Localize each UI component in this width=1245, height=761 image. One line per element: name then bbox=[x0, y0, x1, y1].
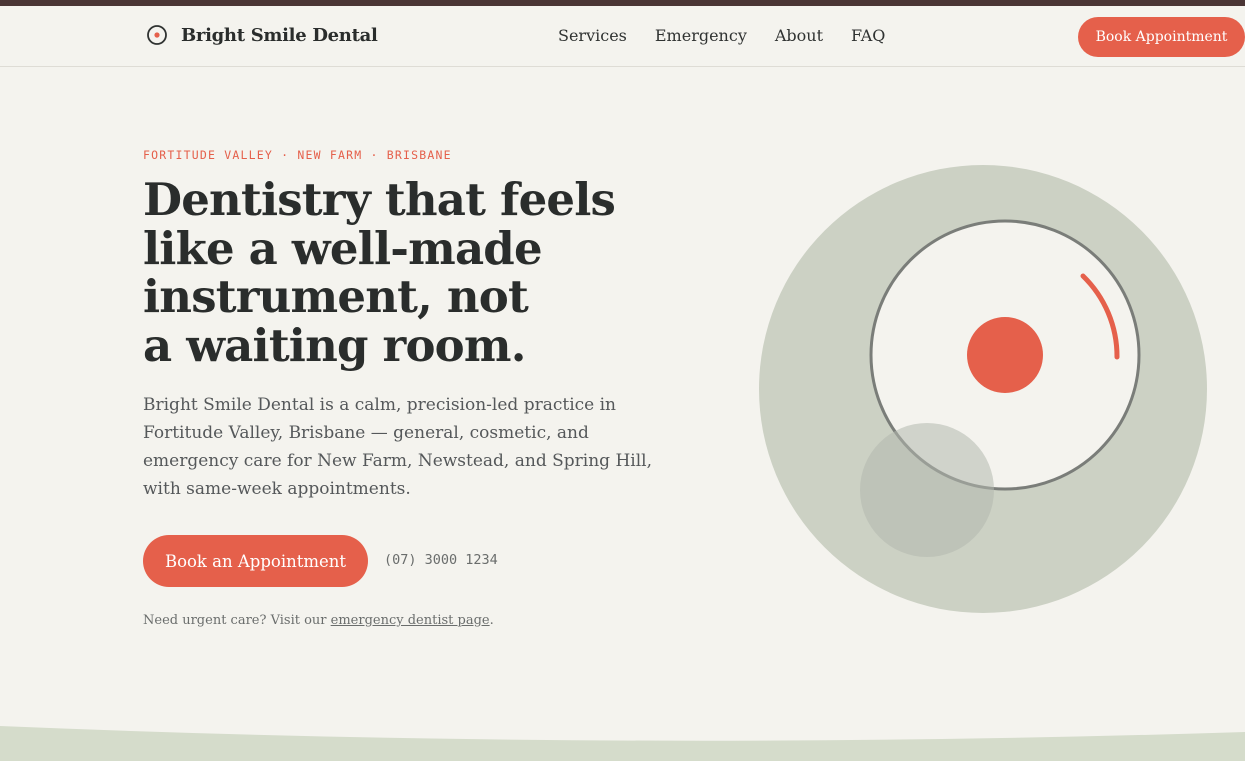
target-dot-icon bbox=[146, 24, 168, 46]
hero-illustration bbox=[750, 160, 1220, 620]
emergency-dentist-link[interactable]: emergency dentist page bbox=[331, 613, 490, 628]
hero-headline: Dentistry that feels like a well-made in… bbox=[143, 173, 703, 372]
lead-line: emergency care for New Farm, Newstead, a… bbox=[143, 451, 652, 471]
nav-item-services[interactable]: Services bbox=[558, 26, 627, 45]
overlap-grey-circle bbox=[860, 423, 994, 557]
headline-line: a waiting room. bbox=[143, 318, 526, 372]
lead-line: Bright Smile Dental is a calm, precision… bbox=[143, 395, 617, 415]
nav-item-emergency[interactable]: Emergency bbox=[655, 26, 747, 45]
book-appointment-button[interactable]: Book Appointment bbox=[1078, 17, 1245, 57]
lead-line: with same-week appointments. bbox=[143, 479, 411, 499]
bottom-wave-divider bbox=[0, 726, 1245, 761]
center-accent-dot bbox=[967, 317, 1043, 393]
location-eyebrow: FORTITUDE VALLEY · NEW FARM · BRISBANE bbox=[143, 148, 452, 162]
hero-lead-paragraph: Bright Smile Dental is a calm, precision… bbox=[143, 391, 653, 503]
phone-number-link[interactable]: (07) 3000 1234 bbox=[384, 552, 498, 568]
urgent-suffix: . bbox=[489, 613, 494, 628]
main-nav: Services Emergency About FAQ bbox=[558, 26, 885, 45]
urgent-care-note: Need urgent care? Visit our emergency de… bbox=[143, 613, 494, 628]
book-an-appointment-button[interactable]: Book an Appointment bbox=[143, 535, 368, 587]
headline-line: like a well-made bbox=[143, 221, 543, 275]
lead-line: Fortitude Valley, Brisbane — general, co… bbox=[143, 423, 589, 443]
brand-logo[interactable]: Bright Smile Dental bbox=[146, 24, 378, 46]
nav-item-faq[interactable]: FAQ bbox=[851, 26, 885, 45]
nav-item-about[interactable]: About bbox=[775, 26, 823, 45]
headline-line: Dentistry that feels bbox=[143, 173, 616, 226]
site-header: Bright Smile Dental Services Emergency A… bbox=[0, 6, 1245, 67]
brand-name: Bright Smile Dental bbox=[181, 24, 378, 46]
headline-line: instrument, not bbox=[143, 270, 529, 323]
urgent-prefix: Need urgent care? Visit our bbox=[143, 613, 331, 628]
